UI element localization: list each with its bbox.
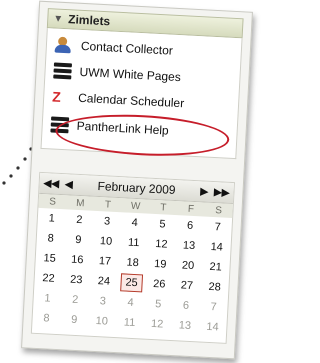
calendar-day[interactable]: 27 bbox=[173, 275, 202, 296]
calendar-day[interactable]: 10 bbox=[92, 231, 121, 252]
calendar-day[interactable]: 20 bbox=[174, 255, 203, 276]
calendar-scheduler-icon: Z bbox=[51, 88, 62, 105]
calendar-day[interactable]: 11 bbox=[119, 232, 148, 253]
month-label[interactable]: February 2009 bbox=[97, 179, 176, 197]
zimlet-calendar-scheduler[interactable]: Z Calendar Scheduler bbox=[52, 88, 185, 111]
calendar-day[interactable]: 6 bbox=[172, 295, 201, 316]
calendar-day[interactable]: 13 bbox=[170, 315, 199, 336]
zimlet-label: UWM White Pages bbox=[79, 64, 182, 85]
calendar-day[interactable]: 9 bbox=[60, 309, 89, 330]
calendar-day[interactable]: 5 bbox=[148, 214, 177, 235]
weekday-label: M bbox=[75, 197, 85, 209]
calendar-day[interactable]: 2 bbox=[65, 209, 94, 230]
zimlet-contact-collector[interactable]: Contact Collector bbox=[54, 36, 174, 59]
calendar-day[interactable]: 12 bbox=[143, 314, 172, 335]
calendar-day[interactable]: 19 bbox=[146, 254, 175, 275]
weekday-label: T bbox=[104, 198, 112, 211]
prev-month-icon[interactable]: ◀ bbox=[65, 179, 73, 190]
calendar-day[interactable]: 4 bbox=[120, 212, 149, 233]
calendar-day[interactable]: 24 bbox=[90, 271, 119, 292]
weekday-label: T bbox=[159, 201, 167, 214]
next-year-icon[interactable]: ▶▶ bbox=[214, 187, 230, 199]
calendar-day[interactable]: 23 bbox=[62, 269, 91, 290]
calendar-day[interactable]: 12 bbox=[147, 234, 176, 255]
calendar-day[interactable]: 26 bbox=[145, 274, 174, 295]
calendar-day[interactable]: 2 bbox=[61, 289, 90, 310]
calendar-day[interactable]: 28 bbox=[200, 276, 229, 297]
weekday-label: F bbox=[187, 203, 195, 215]
calendar-day[interactable]: 14 bbox=[198, 316, 227, 337]
calendar-day[interactable]: 16 bbox=[63, 249, 92, 270]
collapse-triangle-icon[interactable]: ▼ bbox=[53, 13, 63, 25]
weekday-label: S bbox=[48, 195, 57, 208]
stack-icon bbox=[53, 62, 73, 80]
calendar-day[interactable]: 8 bbox=[32, 308, 61, 329]
calendar-day[interactable]: 22 bbox=[34, 268, 63, 289]
calendar-day[interactable]: 14 bbox=[202, 237, 231, 258]
calendar-day[interactable]: 3 bbox=[93, 211, 122, 232]
calendar-day[interactable]: 21 bbox=[201, 257, 230, 278]
calendar-day[interactable]: 7 bbox=[203, 217, 232, 238]
calendar-day[interactable]: 5 bbox=[144, 294, 173, 315]
calendar-day[interactable]: 3 bbox=[89, 291, 118, 312]
calendar-day[interactable]: 18 bbox=[118, 252, 147, 273]
zimlet-label: Contact Collector bbox=[80, 38, 174, 58]
calendar-day[interactable]: 1 bbox=[33, 288, 62, 309]
calendar-day[interactable]: 1 bbox=[37, 208, 66, 229]
weekday-label: W bbox=[130, 200, 141, 212]
calendar-day[interactable]: 10 bbox=[87, 311, 116, 332]
zimlet-uwm-white-pages[interactable]: UWM White Pages bbox=[53, 62, 181, 85]
calendar-day[interactable]: 13 bbox=[175, 235, 204, 256]
next-month-icon[interactable]: ▶ bbox=[200, 186, 208, 197]
calendar-day-today[interactable]: 25 bbox=[120, 273, 143, 293]
calendar-day[interactable]: 7 bbox=[199, 296, 228, 317]
sidebar-panel: ▼ Zimlets Contact Collector UWM White Pa… bbox=[21, 0, 253, 360]
calendar-day[interactable]: 11 bbox=[115, 312, 144, 333]
prev-year-icon[interactable]: ◀◀ bbox=[43, 178, 59, 190]
calendar-day[interactable]: 4 bbox=[116, 292, 145, 313]
zimlet-label: Calendar Scheduler bbox=[77, 90, 185, 111]
calendar-day[interactable]: 9 bbox=[64, 229, 93, 250]
calendar-day[interactable]: 8 bbox=[36, 228, 65, 249]
calendar-day[interactable]: 17 bbox=[91, 251, 120, 272]
mini-calendar: ◀◀ ◀ February 2009 ▶ ▶▶ S M T W T F S 12… bbox=[30, 171, 236, 344]
zimlets-title: Zimlets bbox=[67, 12, 111, 29]
contact-collector-icon bbox=[54, 36, 74, 54]
calendar-days: 1 2 3 4 5 6 7 8 9 10 11 12 13 14 15 16 17 18 19 20 21 22 23 24 2… bbox=[32, 208, 232, 338]
calendar-day[interactable]: 15 bbox=[35, 248, 64, 269]
weekday-label: S bbox=[215, 204, 223, 216]
calendar-day[interactable]: 6 bbox=[176, 215, 205, 236]
